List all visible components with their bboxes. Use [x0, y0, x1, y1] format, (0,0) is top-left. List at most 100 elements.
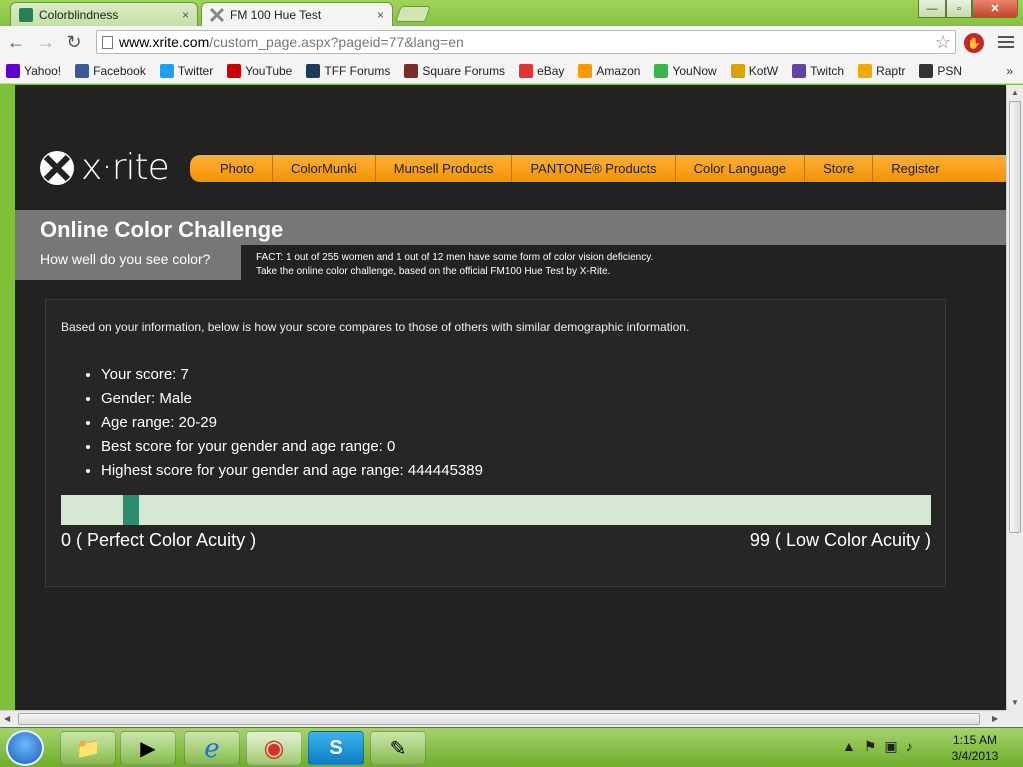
- adblock-extension-icon[interactable]: ✋: [964, 33, 984, 53]
- url-host: www.xrite.com: [119, 34, 210, 50]
- tab-favicon-icon: [19, 7, 33, 22]
- result-best-score: Best score for your gender and age range…: [101, 435, 483, 459]
- nav-item-store[interactable]: Store: [805, 155, 874, 182]
- taskbar-chrome-icon[interactable]: ◉: [246, 731, 302, 765]
- result-score: Your score: 7: [101, 363, 483, 387]
- results-panel: Based on your information, below is how …: [45, 299, 946, 587]
- bookmarks-overflow-icon[interactable]: »: [1006, 64, 1013, 78]
- horizontal-scroll-thumb[interactable]: [18, 713, 980, 725]
- windows-taskbar: 📁 ▶ ℯ ◉ S ✎ ▲ ⚑ ▣ ♪ 1:15 AM 3/4/2013: [0, 727, 1023, 767]
- tab-fm100-hue-test[interactable]: FM 100 Hue Test ×: [201, 2, 393, 26]
- network-icon[interactable]: ▣: [884, 738, 897, 755]
- bookmark-label: Raptr: [876, 63, 906, 78]
- bookmark-kotw[interactable]: KotW: [730, 63, 779, 78]
- tab-title: FM 100 Hue Test: [230, 7, 322, 22]
- results-intro: Based on your information, below is how …: [61, 320, 690, 334]
- bookmarks-bar: Yahoo! Facebook Twitter YouTube TFF Forums Sq…: [0, 58, 1023, 84]
- bookmark-younow[interactable]: YouNow: [654, 63, 717, 78]
- taskbar-ie-icon[interactable]: ℯ: [184, 731, 240, 765]
- scale-min-label: 0 ( Perfect Color Acuity ): [61, 530, 257, 550]
- psn-icon: [919, 63, 934, 78]
- scale-max-label: 99 ( Low Color Acuity ): [749, 530, 931, 550]
- logo-text: x·rite: [81, 147, 170, 188]
- forward-arrow-icon[interactable]: →: [36, 32, 56, 52]
- xrite-logo[interactable]: x·rite: [39, 147, 170, 188]
- browser-toolbar: ← → ↻ www.xrite.com/custom_page.aspx?pag…: [0, 26, 1023, 58]
- bookmark-yahoo[interactable]: Yahoo!: [6, 63, 62, 78]
- horizontal-scrollbar[interactable]: ◀ ▶: [0, 710, 1006, 727]
- vertical-scroll-thumb[interactable]: [1009, 101, 1021, 533]
- result-age-range: Age range: 20-29: [101, 411, 483, 435]
- bookmark-label: Twitch: [810, 63, 845, 78]
- bookmark-label: PSN: [937, 63, 963, 78]
- scroll-corner: [1006, 710, 1023, 727]
- clock-date: 3/4/2013: [951, 749, 999, 763]
- bookmark-tff-forums[interactable]: TFF Forums: [306, 63, 391, 78]
- scroll-up-icon[interactable]: ▲: [1011, 88, 1019, 97]
- bookmark-star-icon[interactable]: ☆: [935, 32, 951, 53]
- score-marker: [123, 495, 139, 525]
- volume-icon[interactable]: ♪: [906, 738, 913, 755]
- scroll-left-icon[interactable]: ◀: [4, 714, 10, 723]
- window-close-button[interactable]: ✕: [972, 0, 1018, 18]
- vertical-scrollbar[interactable]: ▲ ▼: [1006, 85, 1023, 710]
- bookmark-label: Yahoo!: [24, 63, 62, 78]
- twitter-icon: [159, 63, 174, 78]
- nav-item-colormunki[interactable]: ColorMunki: [273, 155, 376, 182]
- fact-text: FACT: 1 out of 255 women and 1 out of 12…: [256, 251, 653, 279]
- youtube-icon: [227, 63, 242, 78]
- start-button[interactable]: [6, 730, 44, 766]
- younow-icon: [654, 63, 669, 78]
- tab-close-icon[interactable]: ×: [182, 8, 189, 22]
- page-title: Online Color Challenge: [40, 217, 284, 242]
- maximize-button[interactable]: ▫: [946, 0, 972, 18]
- bookmark-psn[interactable]: PSN: [919, 63, 963, 78]
- nav-item-pantone-products[interactable]: PANTONE® Products: [512, 155, 676, 182]
- bookmark-label: KotW: [748, 63, 779, 78]
- nav-item-color-language[interactable]: Color Language: [676, 155, 806, 182]
- scroll-right-icon[interactable]: ▶: [992, 714, 998, 723]
- scroll-down-icon[interactable]: ▼: [1011, 698, 1019, 707]
- nav-item-register[interactable]: Register: [873, 155, 957, 182]
- taskbar-skype-icon[interactable]: S: [308, 731, 364, 765]
- bookmark-twitch[interactable]: Twitch: [792, 63, 845, 78]
- show-hidden-icons-icon[interactable]: ▲: [842, 738, 856, 755]
- address-bar[interactable]: www.xrite.com/custom_page.aspx?pageid=77…: [96, 30, 956, 54]
- square-icon: [404, 63, 419, 78]
- nav-item-munsell-products[interactable]: Munsell Products: [376, 155, 513, 182]
- raptr-icon: [858, 63, 873, 78]
- bookmark-square-forums[interactable]: Square Forums: [404, 63, 505, 78]
- result-highest-score: Highest score for your gender and age ra…: [101, 459, 483, 483]
- taskbar-explorer-icon[interactable]: 📁: [60, 731, 116, 765]
- bookmark-twitter[interactable]: Twitter: [159, 63, 213, 78]
- nav-item-photo[interactable]: Photo: [202, 155, 273, 182]
- action-center-flag-icon[interactable]: ⚑: [864, 738, 877, 755]
- kotw-icon: [730, 63, 745, 78]
- new-tab-button[interactable]: [395, 6, 431, 22]
- ebay-icon: [519, 63, 534, 78]
- bookmark-label: YouTube: [245, 63, 293, 78]
- clock-time: 1:15 AM: [952, 733, 998, 747]
- results-list: Your score: 7 Gender: Male Age range: 20…: [86, 363, 483, 483]
- system-clock[interactable]: 1:15 AM 3/4/2013: [940, 732, 1010, 764]
- system-tray: ▲ ⚑ ▣ ♪: [842, 738, 913, 755]
- bookmark-label: Amazon: [596, 63, 641, 78]
- fact-line: FACT: 1 out of 255 women and 1 out of 12…: [256, 252, 654, 263]
- tab-colorblindness[interactable]: Colorblindness ×: [10, 2, 198, 26]
- taskbar-paint-icon[interactable]: ✎: [370, 731, 426, 765]
- reload-icon[interactable]: ↻: [64, 32, 84, 52]
- page-viewport: x·rite Photo ColorMunki Munsell Products PA…: [15, 85, 1006, 710]
- taskbar-media-player-icon[interactable]: ▶: [120, 731, 176, 765]
- tab-close-icon[interactable]: ×: [377, 8, 384, 22]
- tff-icon: [306, 63, 321, 78]
- bookmark-facebook[interactable]: Facebook: [75, 63, 146, 78]
- chrome-menu-icon[interactable]: [998, 33, 1014, 51]
- back-arrow-icon[interactable]: ←: [6, 32, 26, 52]
- xrite-favicon-icon: [209, 7, 225, 22]
- bookmark-amazon[interactable]: Amazon: [578, 63, 641, 78]
- bookmark-ebay[interactable]: eBay: [519, 63, 564, 78]
- minimize-button[interactable]: —: [918, 0, 946, 18]
- bookmark-youtube[interactable]: YouTube: [227, 63, 293, 78]
- bookmark-label: TFF Forums: [324, 63, 391, 78]
- bookmark-raptr[interactable]: Raptr: [858, 63, 906, 78]
